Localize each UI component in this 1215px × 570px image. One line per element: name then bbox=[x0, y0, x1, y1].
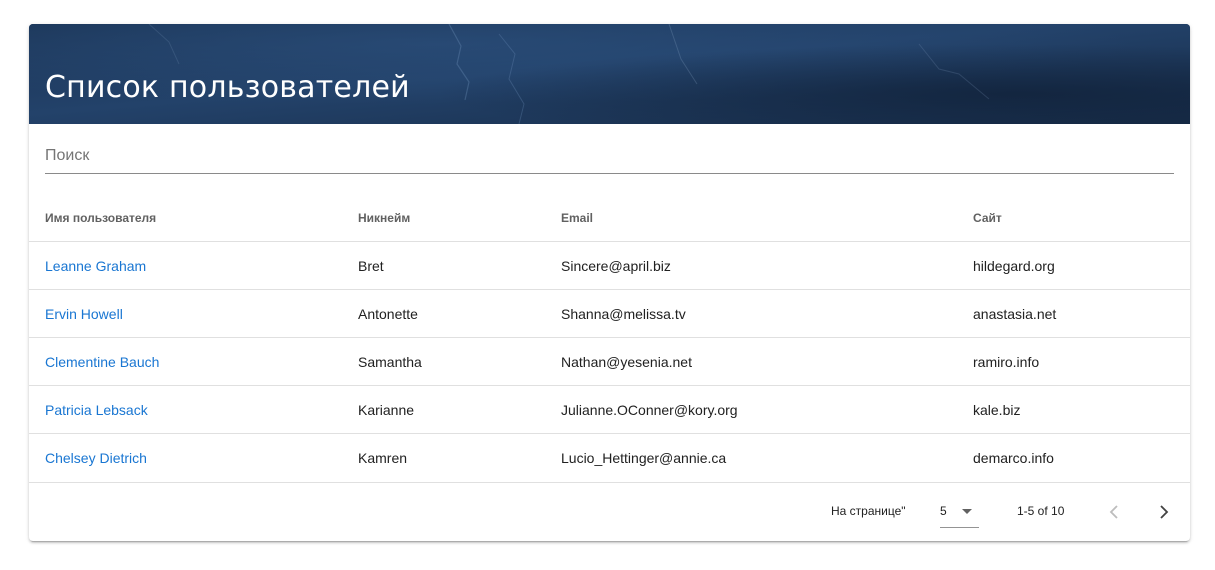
column-header-site: Сайт bbox=[957, 194, 1190, 242]
caret-down-icon bbox=[962, 509, 972, 514]
search-input[interactable] bbox=[45, 144, 1174, 168]
next-page-button[interactable] bbox=[1151, 499, 1177, 525]
search-field[interactable] bbox=[45, 140, 1174, 174]
user-name-cell: Clementine Bauch bbox=[29, 337, 342, 386]
table-row: Leanne Graham Bret Sincere@april.biz hil… bbox=[29, 241, 1190, 290]
user-name-link[interactable]: Leanne Graham bbox=[45, 258, 146, 274]
user-name-cell: Chelsey Dietrich bbox=[29, 433, 342, 483]
user-site-cell: anastasia.net bbox=[957, 289, 1190, 338]
user-site-cell: demarco.info bbox=[957, 433, 1190, 483]
page-title: Список пользователей bbox=[45, 70, 410, 105]
user-name-cell: Leanne Graham bbox=[29, 241, 342, 290]
user-nickname-cell: Kamren bbox=[342, 433, 545, 483]
card-header: Список пользователей bbox=[29, 24, 1190, 124]
user-name-cell: Ervin Howell bbox=[29, 289, 342, 338]
user-email-cell: Sincere@april.biz bbox=[545, 241, 957, 290]
column-header-name: Имя пользователя bbox=[29, 194, 342, 242]
rows-per-page-value: 5 bbox=[940, 504, 947, 518]
user-email-cell: Julianne.OConner@kory.org bbox=[545, 385, 957, 434]
rows-per-page-label: На странице" bbox=[831, 504, 906, 518]
column-header-email: Email bbox=[545, 194, 957, 242]
user-name-link[interactable]: Patricia Lebsack bbox=[45, 402, 148, 418]
user-name-cell: Patricia Lebsack bbox=[29, 385, 342, 434]
table-row: Patricia Lebsack Karianne Julianne.OConn… bbox=[29, 385, 1190, 434]
rows-per-page-select[interactable]: 5 bbox=[940, 497, 979, 528]
user-nickname-cell: Karianne bbox=[342, 385, 545, 434]
table-row: Chelsey Dietrich Kamren Lucio_Hettinger@… bbox=[29, 433, 1190, 483]
user-site-cell: hildegard.org bbox=[957, 241, 1190, 290]
table-row: Clementine Bauch Samantha Nathan@yesenia… bbox=[29, 337, 1190, 386]
user-name-link[interactable]: Ervin Howell bbox=[45, 306, 123, 322]
user-nickname-cell: Bret bbox=[342, 241, 545, 290]
pagination-range: 1-5 of 10 bbox=[1017, 504, 1065, 518]
chevron-right-icon bbox=[1160, 505, 1169, 519]
user-site-cell: kale.biz bbox=[957, 385, 1190, 434]
user-email-cell: Lucio_Hettinger@annie.ca bbox=[545, 433, 957, 483]
user-nickname-cell: Samantha bbox=[342, 337, 545, 386]
table-row: Ervin Howell Antonette Shanna@melissa.tv… bbox=[29, 289, 1190, 338]
table-header-row: Имя пользователя Никнейм Email Сайт bbox=[29, 194, 1190, 242]
user-nickname-cell: Antonette bbox=[342, 289, 545, 338]
user-email-cell: Shanna@melissa.tv bbox=[545, 289, 957, 338]
column-header-nickname: Никнейм bbox=[342, 194, 545, 242]
users-card: Список пользователей Имя пользователя Ни… bbox=[29, 24, 1190, 541]
chevron-left-icon bbox=[1109, 505, 1118, 519]
user-name-link[interactable]: Chelsey Dietrich bbox=[45, 450, 147, 466]
user-email-cell: Nathan@yesenia.net bbox=[545, 337, 957, 386]
pagination-bar: На странице" 5 1-5 of 10 bbox=[29, 483, 1190, 541]
users-table: Имя пользователя Никнейм Email Сайт Lean… bbox=[29, 194, 1190, 483]
user-site-cell: ramiro.info bbox=[957, 337, 1190, 386]
previous-page-button[interactable] bbox=[1101, 499, 1127, 525]
user-name-link[interactable]: Clementine Bauch bbox=[45, 354, 159, 370]
